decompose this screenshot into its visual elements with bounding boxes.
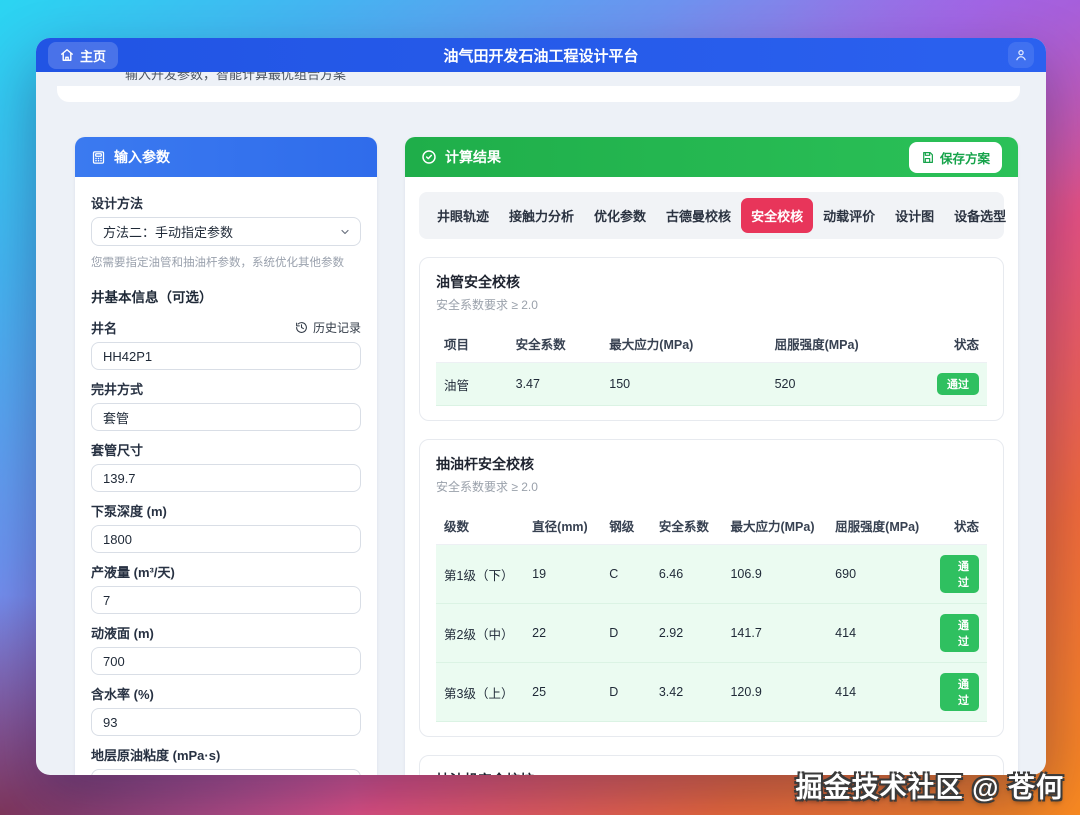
casing-size-input[interactable] (91, 464, 361, 492)
tab-dynamic-load[interactable]: 动载评价 (813, 198, 885, 233)
user-button[interactable] (1008, 42, 1034, 68)
tubing-section-title: 油管安全校核 (436, 274, 520, 290)
results-panel: 计算结果 保存方案 井眼轨迹 接触力分析 优化参数 古德曼校核 安全校核 动载评… (405, 137, 1018, 775)
well-name-label: 井名 (91, 321, 118, 336)
input-panel-header: 输入参数 (75, 137, 377, 177)
tab-well-trajectory[interactable]: 井眼轨迹 (427, 198, 499, 233)
tab-design-report[interactable]: 设计报告 (1016, 198, 1018, 233)
table-row: 第2级（中） 22 D 2.92 141.7 414 通过 (436, 603, 987, 663)
well-name-field: 井名 历史记录 (91, 318, 361, 370)
status-badge: 通过 (939, 673, 979, 711)
calculator-icon (91, 150, 106, 165)
casing-size-field: 套管尺寸 (91, 440, 361, 492)
tubing-check-table: 项目 安全系数 最大应力(MPa) 屈服强度(MPa) 状态 油管 3.47 1… (436, 325, 987, 406)
completion-type-input[interactable] (91, 403, 361, 431)
results-panel-title: 计算结果 (445, 149, 501, 165)
home-icon (60, 48, 74, 62)
well-info-section-label: 井基本信息（可选） (91, 290, 213, 305)
oil-viscosity-field: 地层原油粘度 (mPa·s) (91, 745, 361, 775)
oil-viscosity-input[interactable] (91, 769, 361, 775)
history-icon (295, 321, 308, 334)
table-header-row: 级数 直径(mm) 钢级 安全系数 最大应力(MPa) 屈服强度(MPa) 状态 (436, 507, 987, 545)
tab-goodman-check[interactable]: 古德曼校核 (656, 198, 741, 233)
watermark: 掘金技术社区 @ 苍何 (795, 773, 1064, 803)
dynamic-liquid-level-field: 动液面 (m) (91, 623, 361, 675)
clipped-top-card (57, 86, 1020, 102)
input-parameters-panel: 输入参数 设计方法 方法二：手动指定参数 您需要指定油管和抽油杆参数，系统优化其… (75, 137, 377, 775)
table-row: 油管 3.47 150 520 通过 (436, 362, 987, 406)
status-badge: 通过 (939, 614, 979, 652)
completion-type-field: 完井方式 (91, 379, 361, 431)
tab-equipment-selection[interactable]: 设备选型 (944, 198, 1016, 233)
table-row: 第1级（下） 19 C 6.46 106.9 690 通过 (436, 544, 987, 604)
status-badge: 通过 (937, 373, 979, 395)
table-header-row: 项目 安全系数 最大应力(MPa) 屈服强度(MPa) 状态 (436, 325, 987, 363)
input-panel-title: 输入参数 (114, 149, 170, 165)
pump-depth-input[interactable] (91, 525, 361, 553)
water-cut-input[interactable] (91, 708, 361, 736)
history-link[interactable]: 历史记录 (295, 319, 361, 336)
well-name-input[interactable] (91, 342, 361, 370)
chevron-down-icon (339, 226, 351, 238)
app-title: 油气田开发石油工程设计平台 (443, 47, 639, 65)
results-panel-header: 计算结果 保存方案 (405, 137, 1018, 177)
pump-depth-field: 下泵深度 (m) (91, 501, 361, 553)
tab-safety-check[interactable]: 安全校核 (741, 198, 814, 233)
home-button-label: 主页 (80, 48, 107, 64)
rod-safety-section: 抽油杆安全校核 安全系数要求 ≥ 2.0 级数 直径(mm) 钢级 安全系数 最… (419, 439, 1004, 737)
app-window: 主页 油气田开发石油工程设计平台 输入开发参数，智能计算最优组合方案 输入参数 (36, 38, 1046, 775)
table-row: 第3级（上） 25 D 3.42 120.9 414 通过 (436, 662, 987, 722)
rod-section-subtitle: 安全系数要求 ≥ 2.0 (436, 480, 538, 494)
title-bar: 主页 油气田开发石油工程设计平台 (36, 38, 1046, 72)
user-icon (1014, 48, 1028, 62)
status-badge: 通过 (939, 555, 979, 593)
tab-contact-force[interactable]: 接触力分析 (499, 198, 584, 233)
tubing-section-subtitle: 安全系数要求 ≥ 2.0 (436, 298, 538, 312)
design-method-value: 方法二：手动指定参数 (103, 225, 234, 240)
tab-design-drawing[interactable]: 设计图 (885, 198, 944, 233)
design-method-select[interactable]: 方法二：手动指定参数 (91, 217, 361, 246)
rod-section-title: 抽油杆安全校核 (436, 456, 534, 472)
rod-check-table: 级数 直径(mm) 钢级 安全系数 最大应力(MPa) 屈服强度(MPa) 状态 (436, 507, 987, 722)
scrolled-subtitle: 输入开发参数，智能计算最优组合方案 (125, 72, 347, 82)
liquid-production-field: 产液量 (m³/天) (91, 562, 361, 614)
window-content: 输入开发参数，智能计算最优组合方案 输入参数 设计方法 方法二：手动指定参数 您… (36, 72, 1046, 775)
save-plan-button[interactable]: 保存方案 (908, 141, 1002, 173)
tab-optimization-params[interactable]: 优化参数 (584, 198, 656, 233)
liquid-production-input[interactable] (91, 586, 361, 614)
save-icon (921, 151, 934, 164)
results-tab-bar: 井眼轨迹 接触力分析 优化参数 古德曼校核 安全校核 动载评价 设计图 设备选型… (419, 192, 1006, 239)
dynamic-liquid-level-input[interactable] (91, 647, 361, 675)
design-method-label: 设计方法 (91, 196, 144, 211)
tubing-safety-section: 油管安全校核 安全系数要求 ≥ 2.0 项目 安全系数 最大应力(MPa) 屈服… (419, 257, 1004, 421)
check-circle-icon (421, 149, 437, 165)
water-cut-field: 含水率 (%) (91, 684, 361, 736)
home-button[interactable]: 主页 (48, 41, 119, 69)
design-method-hint: 您需要指定油管和抽油杆参数，系统优化其他参数 (91, 257, 344, 269)
